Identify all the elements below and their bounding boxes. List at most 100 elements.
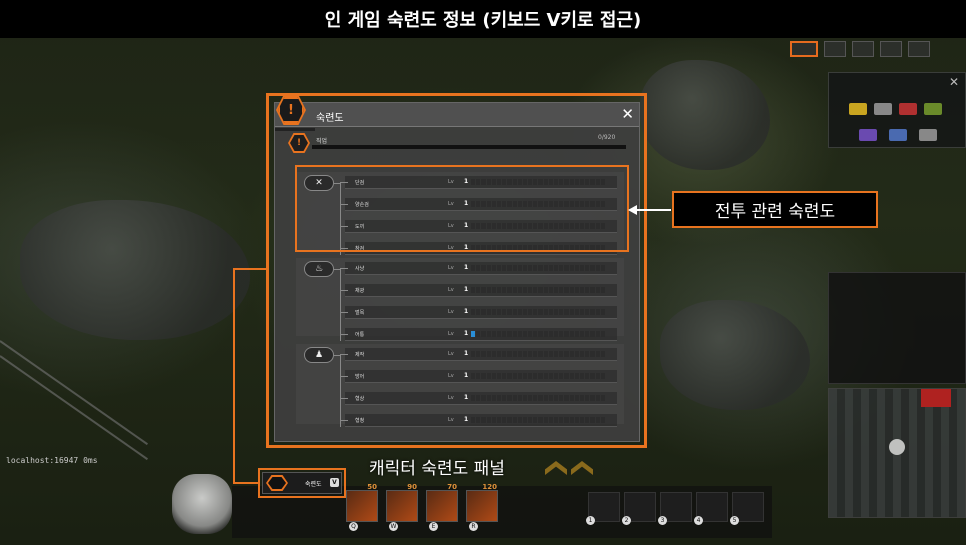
skill-slot[interactable]: 50 Q: [346, 483, 378, 531]
progress-segment: [496, 287, 502, 293]
progress-segment: [512, 395, 517, 401]
progress-segment: [522, 287, 528, 293]
progress-segment: [517, 265, 522, 271]
tool-icon[interactable]: [849, 103, 867, 115]
progress-segment: [569, 265, 574, 271]
hud-slot[interactable]: [908, 41, 930, 57]
skill-slot[interactable]: 120 R: [466, 483, 498, 531]
item-slot[interactable]: 2: [622, 492, 656, 525]
progress-segment: [538, 417, 543, 423]
progress-segment: [543, 395, 548, 401]
tree-line: [340, 376, 348, 377]
progress-segment: [502, 373, 507, 379]
progress-segment: [600, 417, 605, 423]
progress-segment: [559, 351, 564, 357]
progress-segment: [471, 287, 476, 293]
hud-slot[interactable]: [824, 41, 846, 57]
hud-slot[interactable]: [880, 41, 902, 57]
close-icon[interactable]: ✕: [949, 75, 959, 89]
rock: [640, 60, 770, 170]
progress-segment: [533, 417, 538, 423]
rock: [660, 300, 810, 410]
skill-slot[interactable]: 90 W: [386, 483, 418, 531]
progress-segment: [496, 351, 502, 357]
mastery-name: 어통: [355, 332, 365, 338]
progress-segment: [507, 395, 512, 401]
skill-cost: 120: [482, 483, 497, 491]
tool-icon[interactable]: [874, 103, 892, 115]
progress-segment: [538, 351, 543, 357]
progress-segment: [590, 287, 595, 293]
player-marker-icon: [889, 439, 905, 455]
tool-icon[interactable]: [889, 129, 907, 141]
progress-segment: [533, 395, 538, 401]
progress-segment: [538, 287, 543, 293]
progress-segment: [476, 395, 481, 401]
item-slot[interactable]: 4: [694, 492, 728, 525]
tool-icon[interactable]: [919, 129, 937, 141]
minimap-marker: [921, 389, 951, 407]
progress-segment: [486, 287, 491, 293]
progress-segment: [590, 417, 595, 423]
level-label: Lv: [448, 395, 454, 401]
mastery-name: 형상: [355, 396, 365, 402]
progress-segment: [579, 351, 585, 357]
progress-segment: [595, 309, 600, 315]
progress-segment: [522, 417, 528, 423]
progress-segment: [564, 351, 569, 357]
hud-slot[interactable]: [790, 41, 818, 57]
progress-segment: [517, 417, 522, 423]
progress-segment: [595, 351, 600, 357]
mastery-progress-bar: [471, 265, 605, 271]
progress-segment: [569, 417, 574, 423]
skill-slot[interactable]: 70 E: [426, 483, 458, 531]
progress-segment: [512, 287, 517, 293]
minimap[interactable]: [828, 388, 966, 518]
progress-segment: [548, 417, 553, 423]
item-slot[interactable]: 3: [658, 492, 692, 525]
progress-segment: [522, 265, 528, 271]
item-slot[interactable]: 1: [586, 492, 620, 525]
hotkey-badge: V: [330, 478, 339, 487]
progress-segment: [579, 417, 585, 423]
level-label: Lv: [448, 417, 454, 423]
progress-segment: [471, 351, 476, 357]
mastery-progress-bar: [471, 331, 605, 337]
close-icon[interactable]: ✕: [621, 105, 634, 123]
progress-segment: [533, 331, 538, 337]
progress-segment: [585, 351, 590, 357]
progress-segment: [574, 351, 579, 357]
progress-segment: [543, 309, 548, 315]
mastery-progress-bar: [471, 395, 605, 401]
progress-segment: [543, 287, 548, 293]
progress-segment: [476, 287, 481, 293]
progress-segment: [471, 373, 476, 379]
progress-segment: [569, 287, 574, 293]
progress-segment: [512, 373, 517, 379]
progress-segment: [533, 287, 538, 293]
panel-callout: 캐릭터 숙련도 패널: [369, 459, 505, 479]
tree-line: [340, 268, 348, 269]
progress-segment: [481, 373, 486, 379]
progress-segment: [590, 331, 595, 337]
progress-segment: [533, 373, 538, 379]
item-key: 5: [730, 516, 739, 525]
character-portrait: [172, 474, 232, 534]
tool-icon[interactable]: [859, 129, 877, 141]
progress-segment: [533, 309, 538, 315]
progress-segment: [548, 373, 553, 379]
progress-segment: [471, 331, 476, 337]
item-slot[interactable]: 5: [730, 492, 764, 525]
progress-segment: [496, 309, 502, 315]
tree-line: [340, 334, 348, 335]
job-progress-bar: [312, 145, 626, 149]
progress-segment: [512, 417, 517, 423]
progress-segment: [564, 331, 569, 337]
tree-line: [340, 355, 341, 427]
progress-segment: [507, 373, 512, 379]
level-value: 1: [464, 330, 469, 337]
tool-icon[interactable]: [899, 103, 917, 115]
hud-slot[interactable]: [852, 41, 874, 57]
level-value: 1: [464, 308, 469, 315]
tool-icon[interactable]: [924, 103, 942, 115]
